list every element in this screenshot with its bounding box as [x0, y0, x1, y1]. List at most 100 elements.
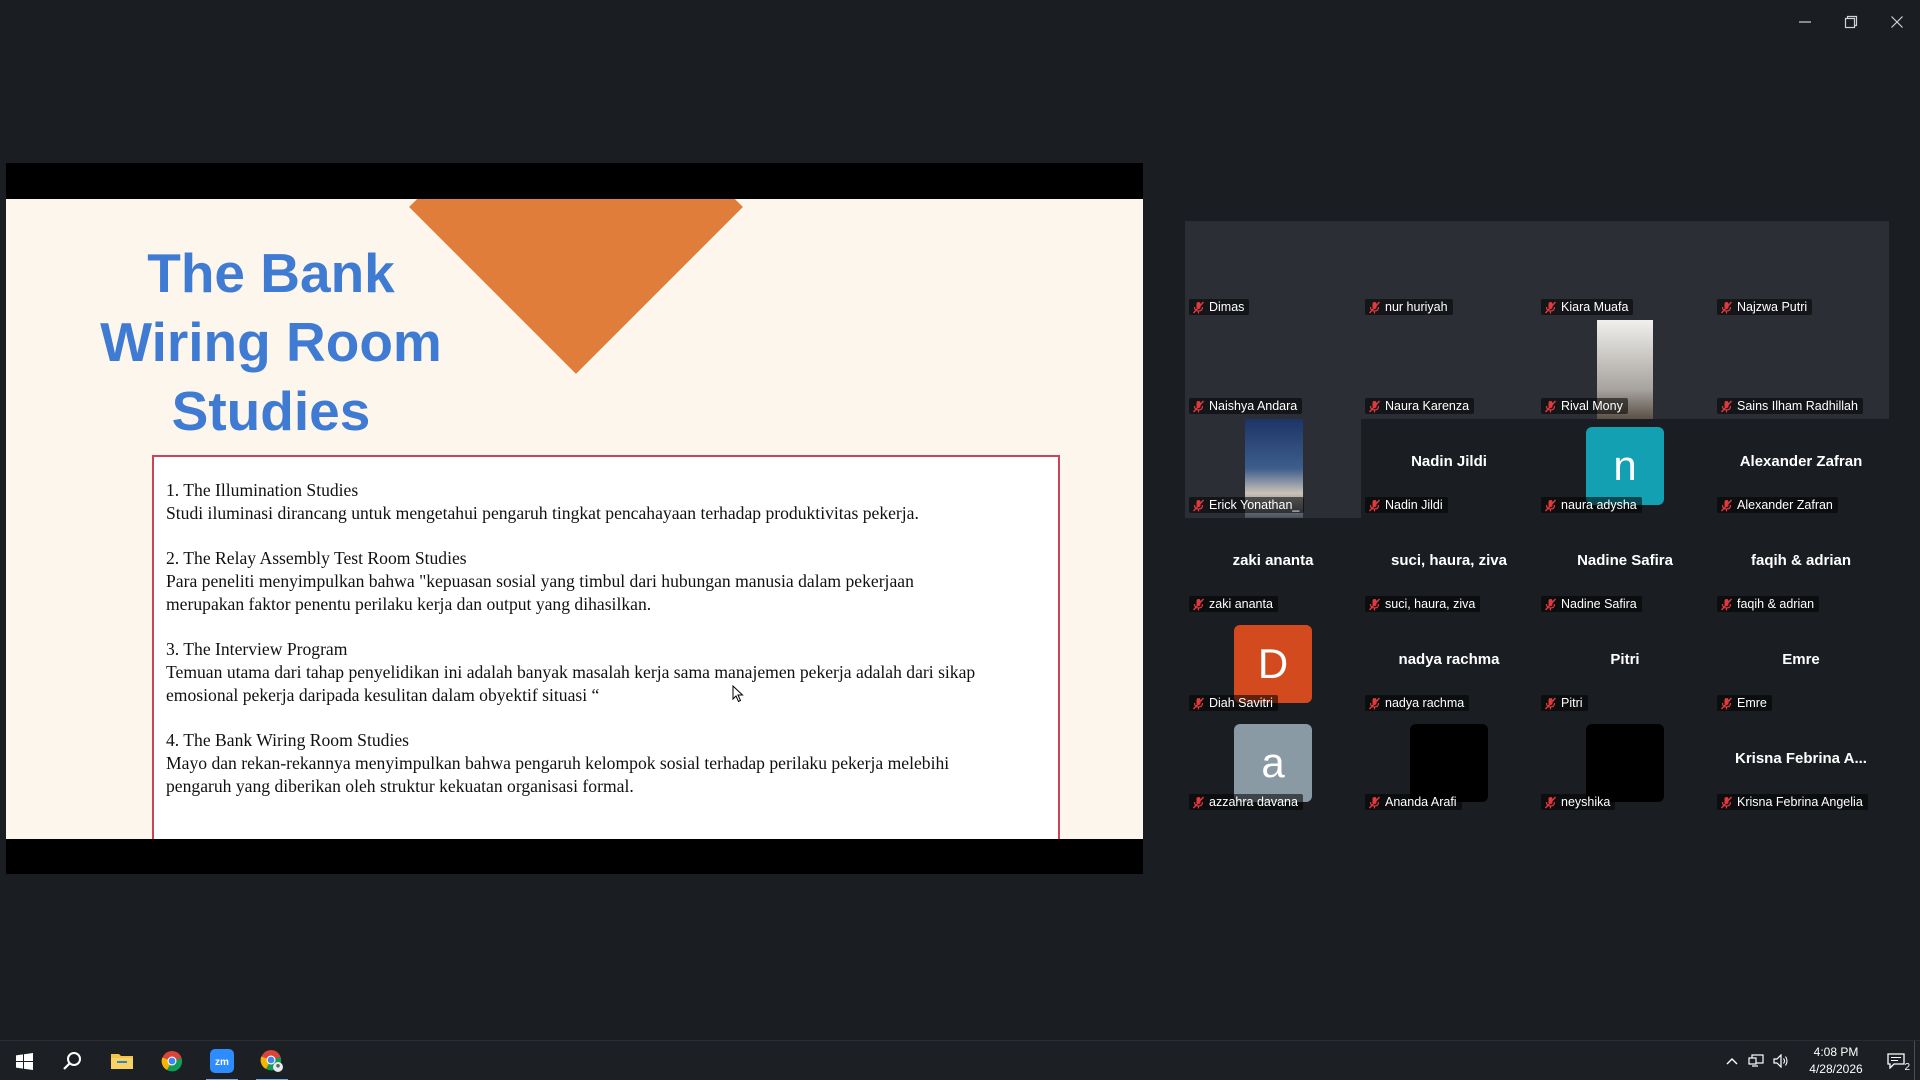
mouse-cursor-icon — [732, 685, 744, 703]
mic-muted-icon — [1192, 499, 1205, 512]
participant-name: Kiara Muafa — [1561, 300, 1629, 314]
volume-button[interactable] — [1768, 1041, 1794, 1080]
participant-name: Diah Savitri — [1209, 696, 1273, 710]
mic-muted-icon — [1544, 499, 1557, 512]
participant-avatar: D — [1234, 625, 1312, 703]
participant-name: zaki ananta — [1209, 597, 1273, 611]
participant-name: Naishya Andara — [1209, 399, 1298, 413]
participant-tile[interactable]: suci, haura, ziva suci, haura, ziva — [1361, 518, 1537, 617]
participant-tile[interactable]: Rival Mony — [1537, 320, 1713, 419]
participant-name-label: Nadine Safira — [1541, 596, 1642, 612]
slide-content-box: 1. The Illumination Studies Studi ilumin… — [152, 455, 1060, 839]
participant-name-label: Rival Mony — [1541, 398, 1628, 414]
participant-name: Nadin Jildi — [1385, 498, 1443, 512]
start-button[interactable] — [0, 1041, 48, 1080]
taskbar-clock[interactable]: 4:08 PM 4/28/2026 — [1794, 1044, 1878, 1078]
participant-display-name: faqih & adrian — [1750, 552, 1851, 569]
participant-name-label: Kiara Muafa — [1541, 299, 1634, 315]
participant-display-name: zaki ananta — [1232, 552, 1314, 569]
participant-name-label: nadya rachma — [1365, 695, 1470, 711]
participant-tile[interactable]: nur huriyah — [1361, 221, 1537, 320]
slide-text: Para peneliti menyimpulkan bahwa "kepuas… — [166, 571, 914, 591]
network-button[interactable] — [1744, 1041, 1768, 1080]
participant-tile[interactable]: Naura Karenza — [1361, 320, 1537, 419]
participant-tile[interactable]: faqih & adrian faqih & adrian — [1713, 518, 1889, 617]
participant-name-label: suci, haura, ziva — [1365, 596, 1481, 612]
participant-name-label: Diah Savitri — [1189, 695, 1278, 711]
participant-tile[interactable]: Nadine Safira Nadine Safira — [1537, 518, 1713, 617]
participant-name: neyshika — [1561, 795, 1611, 809]
participant-name-label: neyshika — [1541, 794, 1616, 810]
mic-muted-icon — [1192, 598, 1205, 611]
mic-muted-icon — [1544, 400, 1557, 413]
participant-tile[interactable]: D Diah Savitri — [1185, 617, 1361, 716]
participant-avatar: n — [1586, 427, 1664, 505]
participant-tile[interactable]: Kiara Muafa — [1537, 221, 1713, 320]
folder-icon — [111, 1054, 133, 1069]
participant-name: Sains Ilham Radhillah — [1737, 399, 1858, 413]
shared-screen[interactable]: The Bank Wiring Room Studies 1. The Illu… — [6, 163, 1143, 874]
close-icon — [1891, 16, 1903, 28]
participant-tile[interactable]: Emre Emre — [1713, 617, 1889, 716]
slide-text: Studi iluminasi dirancang untuk mengetah… — [166, 503, 919, 523]
mic-muted-icon — [1720, 697, 1733, 710]
slide-text: merupakan faktor penentu perilaku kerja … — [166, 594, 652, 614]
participant-tile[interactable]: Erick Yonathan_ — [1185, 419, 1361, 518]
participant-tile[interactable]: Sains Ilham Radhillah — [1713, 320, 1889, 419]
participant-tile[interactable]: Pitri Pitri — [1537, 617, 1713, 716]
participant-tile[interactable]: neyshika — [1537, 716, 1713, 815]
chrome-profile-button[interactable] — [248, 1041, 296, 1080]
action-center-button[interactable]: 2 — [1878, 1041, 1914, 1080]
minimize-button[interactable] — [1782, 0, 1828, 44]
participant-name: Alexander Zafran — [1737, 498, 1833, 512]
zoom-button[interactable]: zm — [198, 1041, 246, 1080]
participant-name-label: Nadin Jildi — [1365, 497, 1448, 513]
close-button[interactable] — [1874, 0, 1920, 44]
participant-tile[interactable]: Ananda Arafi — [1361, 716, 1537, 815]
participant-name: faqih & adrian — [1737, 597, 1815, 611]
participant-name: Dimas — [1209, 300, 1245, 314]
search-button[interactable] — [48, 1041, 96, 1080]
clock-time: 4:08 PM — [1813, 1045, 1859, 1059]
mic-muted-icon — [1720, 598, 1733, 611]
participant-tile[interactable]: a azzahra davana — [1185, 716, 1361, 815]
participant-tile[interactable]: Najzwa Putri — [1713, 221, 1889, 320]
participant-name-label: Emre — [1717, 695, 1772, 711]
system-tray: 4:08 PM 4/28/2026 2 — [1720, 1041, 1920, 1080]
participant-avatar: a — [1234, 724, 1312, 802]
mic-muted-icon — [1720, 796, 1733, 809]
participant-tile[interactable]: Nadin Jildi Nadin Jildi — [1361, 419, 1537, 518]
participant-name-label: Erick Yonathan_ — [1189, 497, 1305, 513]
participant-display-name: Emre — [1782, 651, 1820, 668]
participant-tile[interactable]: n naura adysha — [1537, 419, 1713, 518]
participant-tile[interactable]: zaki ananta zaki ananta — [1185, 518, 1361, 617]
participant-name-label: Naura Karenza — [1365, 398, 1475, 414]
participant-name-label: Naishya Andara — [1189, 398, 1303, 414]
participant-name: naura adysha — [1561, 498, 1637, 512]
participant-name: nur huriyah — [1385, 300, 1448, 314]
mic-muted-icon — [1192, 796, 1205, 809]
taskbar: zm 4:08 PM 4/28/2026 2 — [0, 1040, 1920, 1080]
participant-name: Krisna Febrina Angelia — [1737, 795, 1863, 809]
participant-tile[interactable]: Krisna Febrina A... Krisna Febrina Angeli… — [1713, 716, 1889, 815]
participant-tile[interactable]: Dimas — [1185, 221, 1361, 320]
file-explorer-button[interactable] — [98, 1041, 146, 1080]
participant-name-label: azzahra davana — [1189, 794, 1303, 810]
mic-muted-icon — [1368, 697, 1381, 710]
mic-muted-icon — [1368, 796, 1381, 809]
participant-display-name: Alexander Zafran — [1739, 453, 1863, 470]
slide-text: Mayo dan rekan-rekannya menyimpulkan bah… — [166, 753, 950, 773]
mic-muted-icon — [1544, 301, 1557, 314]
participant-tile[interactable]: Alexander Zafran Alexander Zafran — [1713, 419, 1889, 518]
mic-muted-icon — [1544, 796, 1557, 809]
restore-button[interactable] — [1828, 0, 1874, 44]
chrome-button[interactable] — [148, 1041, 196, 1080]
mic-muted-icon — [1368, 499, 1381, 512]
mic-muted-icon — [1368, 400, 1381, 413]
show-desktop-button[interactable] — [1914, 1041, 1920, 1080]
mic-muted-icon — [1720, 499, 1733, 512]
participant-tile[interactable]: Naishya Andara — [1185, 320, 1361, 419]
show-hidden-icons-button[interactable] — [1720, 1041, 1744, 1080]
presentation-slide: The Bank Wiring Room Studies 1. The Illu… — [6, 199, 1143, 839]
participant-tile[interactable]: nadya rachma nadya rachma — [1361, 617, 1537, 716]
